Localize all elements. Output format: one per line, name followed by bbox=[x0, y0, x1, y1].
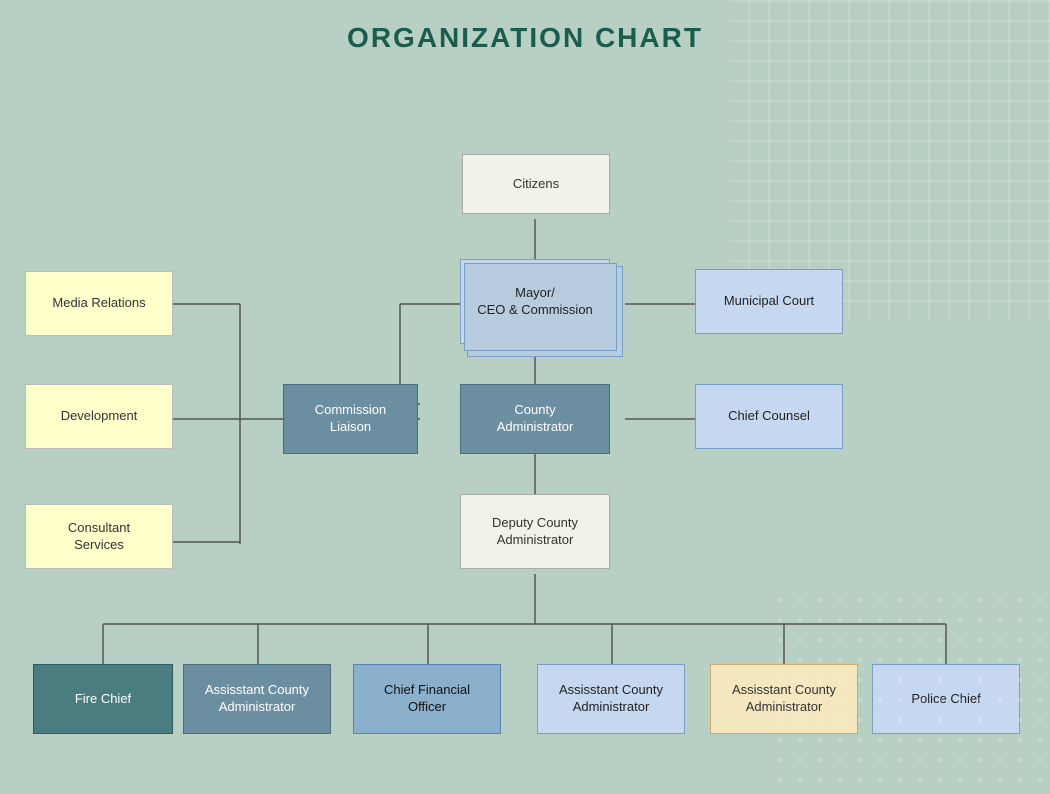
chief-counsel-label: Chief Counsel bbox=[728, 408, 810, 425]
county-admin-label: County Administrator bbox=[497, 402, 574, 436]
asst-admin-1-label: Assisstant County Administrator bbox=[205, 682, 309, 716]
chief-counsel-box: Chief Counsel bbox=[695, 384, 843, 449]
media-relations-box: Media Relations bbox=[25, 271, 173, 336]
police-chief-label: Police Chief bbox=[911, 691, 980, 708]
asst-admin-1-box: Assisstant County Administrator bbox=[183, 664, 331, 734]
deputy-county-admin-label: Deputy County Administrator bbox=[492, 515, 578, 549]
commission-liaison-label: Commission Liaison bbox=[315, 402, 387, 436]
citizens-box: Citizens bbox=[462, 154, 610, 214]
development-label: Development bbox=[61, 408, 138, 425]
municipal-court-label: Municipal Court bbox=[724, 293, 814, 310]
municipal-court-box: Municipal Court bbox=[695, 269, 843, 334]
org-chart: Citizens Mayor/ CEO & Commission Municip… bbox=[0, 64, 1050, 794]
asst-admin-2-box: Assisstant County Administrator bbox=[537, 664, 685, 734]
mayor-box: Mayor/ CEO & Commission bbox=[460, 259, 610, 344]
fire-chief-label: Fire Chief bbox=[75, 691, 131, 708]
police-chief-box: Police Chief bbox=[872, 664, 1020, 734]
consultant-services-label: Consultant Services bbox=[68, 520, 130, 554]
cfo-label: Chief Financial Officer bbox=[384, 682, 470, 716]
asst-admin-2-label: Assisstant County Administrator bbox=[559, 682, 663, 716]
county-admin-box: County Administrator bbox=[460, 384, 610, 454]
consultant-services-box: Consultant Services bbox=[25, 504, 173, 569]
development-box: Development bbox=[25, 384, 173, 449]
asst-admin-3-box: Assisstant County Administrator bbox=[710, 664, 858, 734]
cfo-box: Chief Financial Officer bbox=[353, 664, 501, 734]
commission-liaison-box: Commission Liaison bbox=[283, 384, 418, 454]
media-relations-label: Media Relations bbox=[52, 295, 145, 312]
asst-admin-3-label: Assisstant County Administrator bbox=[732, 682, 836, 716]
mayor-label: Mayor/ CEO & Commission bbox=[477, 285, 593, 319]
citizens-label: Citizens bbox=[513, 176, 559, 193]
fire-chief-box: Fire Chief bbox=[33, 664, 173, 734]
page-title: ORGANIZATION CHART bbox=[0, 0, 1050, 64]
deputy-county-admin-box: Deputy County Administrator bbox=[460, 494, 610, 569]
